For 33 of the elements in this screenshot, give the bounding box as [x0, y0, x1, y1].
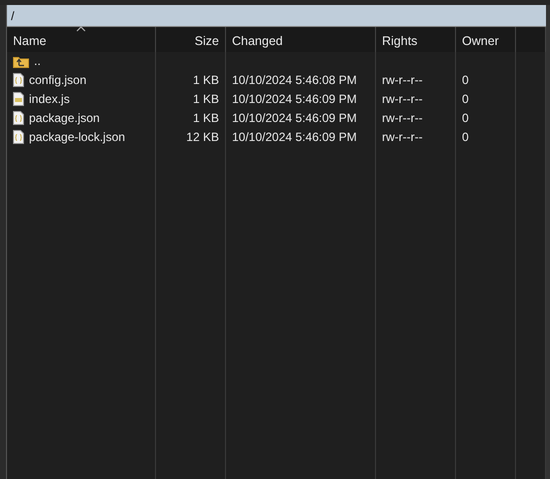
column-header[interactable]: Name	[7, 27, 156, 52]
modified-date: 10/10/2024 5:46:09 PM	[232, 130, 357, 144]
column-header[interactable]: Owner	[456, 27, 516, 52]
folder-up-icon	[13, 55, 29, 68]
js-file-icon	[13, 92, 24, 106]
file-name[interactable]: package.json	[29, 111, 100, 125]
file-name[interactable]: config.json	[29, 73, 86, 87]
column-header[interactable]: Size	[156, 27, 226, 52]
file-name[interactable]: index.js	[29, 92, 70, 106]
owner: 0	[462, 92, 469, 106]
file-size: 1 KB	[192, 73, 219, 87]
owner: 0	[462, 73, 469, 87]
permissions: rw-r--r--	[382, 92, 423, 106]
file-size: 1 KB	[192, 111, 219, 125]
owner: 0	[462, 130, 469, 144]
json-file-icon	[13, 111, 24, 125]
sort-icon	[76, 26, 86, 32]
permissions: rw-r--r--	[382, 73, 423, 87]
file-size: 12 KB	[186, 130, 219, 144]
modified-date: 10/10/2024 5:46:09 PM	[232, 111, 357, 125]
file-size: 1 KB	[192, 92, 219, 106]
column-header[interactable]: Rights	[376, 27, 456, 52]
json-file-icon	[13, 73, 24, 87]
modified-date: 10/10/2024 5:46:09 PM	[232, 92, 357, 106]
json-file-icon	[13, 130, 24, 144]
owner: 0	[462, 111, 469, 125]
file-name[interactable]: ..	[34, 54, 41, 68]
file-name[interactable]: package-lock.json	[29, 130, 126, 144]
modified-date: 10/10/2024 5:46:08 PM	[232, 73, 357, 87]
path-bar: /	[7, 5, 546, 27]
permissions: rw-r--r--	[382, 130, 423, 144]
column-header[interactable]: Changed	[226, 27, 376, 52]
permissions: rw-r--r--	[382, 111, 423, 125]
